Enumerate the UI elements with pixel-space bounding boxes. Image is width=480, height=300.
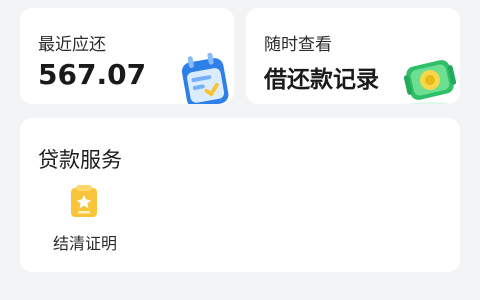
money-icon (403, 60, 457, 104)
loan-records-card[interactable]: 随时查看 借还款记录 (246, 8, 460, 104)
settlement-certificate-label: 结清证明 (52, 234, 117, 253)
recent-repayment-label: 最近应还 (38, 35, 106, 55)
loan-services-title: 贷款服务 (38, 148, 122, 172)
loan-records-title: 借还款记录 (264, 67, 379, 93)
recent-repayment-card[interactable]: 最近应还 567.07 (20, 8, 234, 104)
loan-records-label: 随时查看 (264, 35, 332, 55)
calendar-icon (181, 52, 229, 104)
certificate-icon (71, 185, 97, 217)
settlement-certificate-item[interactable]: 结清证明 (44, 182, 126, 253)
loan-services-card: 贷款服务 结清证明 (20, 118, 460, 272)
recent-repayment-amount: 567.07 (38, 58, 147, 91)
